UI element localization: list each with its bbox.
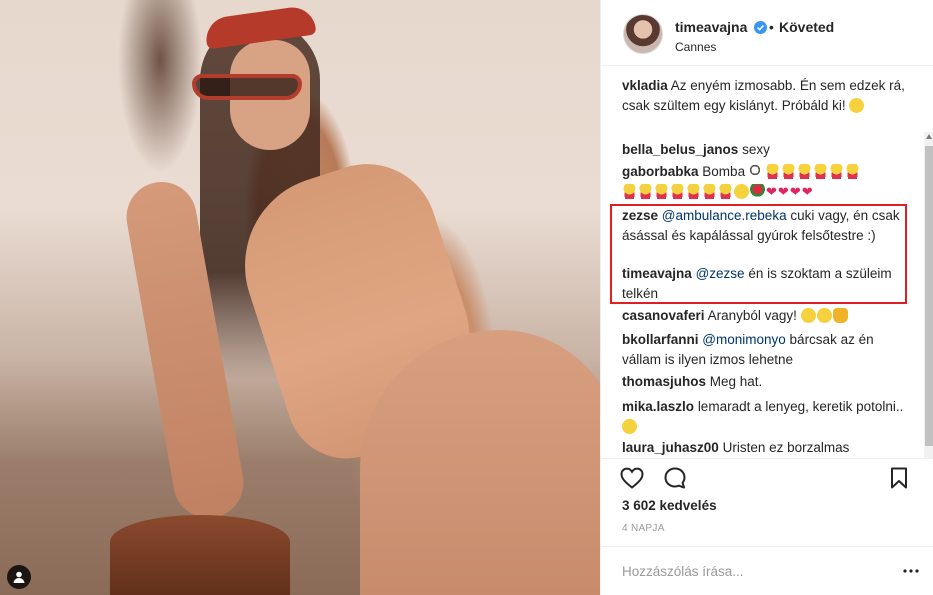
comment: thomasjuhos Meg hat. bbox=[622, 372, 907, 392]
heart-emoji-icon: ❤ bbox=[789, 184, 801, 199]
tongue-emoji-icon bbox=[812, 164, 828, 179]
scroll-up-arrow-icon[interactable] bbox=[926, 134, 932, 139]
tongue-emoji-icon bbox=[844, 164, 860, 179]
heart-emoji-icon: ❤ bbox=[777, 184, 789, 199]
comment-username[interactable]: laura_juhasz00 bbox=[622, 440, 719, 455]
comment-text: Aranyból vagy! bbox=[707, 308, 797, 323]
comment: casanovaferi Aranyból vagy! bbox=[622, 306, 907, 326]
location-link[interactable]: Cannes bbox=[675, 40, 716, 54]
tongue-emoji-icon bbox=[654, 184, 669, 199]
comment-text: sexy bbox=[742, 142, 770, 157]
comment: vkladia Az enyém izmosabb. Én sem edzek … bbox=[622, 76, 907, 116]
smile-emoji-icon bbox=[849, 98, 865, 113]
avatar[interactable] bbox=[623, 14, 663, 54]
photo-boat-rail bbox=[110, 515, 290, 595]
tongue-emoji-icon bbox=[828, 164, 844, 179]
tongue-emoji-icon bbox=[702, 184, 717, 199]
sunglasses-emoji-icon bbox=[622, 419, 637, 434]
comment-text: Meg hat. bbox=[709, 374, 763, 389]
post-header: timeavajna • Követed Cannes bbox=[601, 0, 933, 66]
comment-text: lemaradt a lenyeg, keretik potolni.. bbox=[697, 399, 904, 414]
comment: mika.laszlo lemaradt a lenyeg, keretik p… bbox=[622, 397, 907, 437]
comment-scrollbar[interactable] bbox=[924, 132, 933, 458]
tongue-emoji-icon bbox=[638, 184, 653, 199]
comment: laura_juhasz00 Uristen ez borzalmas bbox=[622, 438, 907, 458]
comment-mention[interactable]: @monimonyo bbox=[702, 332, 786, 347]
comment-username[interactable]: mika.laszlo bbox=[622, 399, 694, 414]
tongue-emoji-icon bbox=[670, 184, 685, 199]
header-username[interactable]: timeavajna bbox=[675, 19, 747, 35]
post-actions bbox=[601, 458, 933, 498]
ellipsis-icon[interactable] bbox=[901, 561, 921, 581]
comment-username[interactable]: bkollarfanni bbox=[622, 332, 699, 347]
heart-eyes-emoji-icon bbox=[734, 184, 749, 199]
highlight-box bbox=[610, 204, 907, 304]
post-date[interactable]: 4 NAPJA bbox=[622, 523, 665, 534]
like-count[interactable]: 3 602 kedvelés bbox=[622, 498, 717, 513]
scroll-thumb[interactable] bbox=[925, 146, 933, 446]
heart-outline-icon[interactable] bbox=[619, 465, 645, 491]
tongue-emoji-icon bbox=[718, 184, 733, 199]
comment-username[interactable]: gaborbabka bbox=[622, 164, 699, 179]
comment-username[interactable]: casanovaferi bbox=[622, 308, 705, 323]
bookmark-icon[interactable] bbox=[886, 465, 912, 491]
rose-emoji-icon bbox=[750, 184, 765, 199]
tongue-emoji-icon bbox=[796, 164, 812, 179]
tongue-emoji-icon bbox=[780, 164, 796, 179]
tongue-emoji-icon bbox=[622, 184, 637, 199]
comment-text: Uristen ez borzalmas bbox=[722, 440, 850, 455]
header-separator: • bbox=[769, 19, 774, 35]
thumbs-up-emoji-icon bbox=[832, 308, 848, 323]
comment-username[interactable]: thomasjuhos bbox=[622, 374, 706, 389]
user-tag-icon[interactable] bbox=[7, 565, 31, 589]
tongue-emoji-icon bbox=[764, 164, 780, 179]
kiss-emoji-icon bbox=[816, 308, 832, 323]
comment-text: Bomba bbox=[702, 164, 746, 179]
comment: gaborbabka Bomba ❤❤❤❤ bbox=[622, 162, 907, 202]
comment-username[interactable]: bella_belus_janos bbox=[622, 142, 738, 157]
post-photo[interactable] bbox=[0, 0, 600, 595]
magnifier-emoji-icon bbox=[748, 164, 764, 179]
comment: bella_belus_janos sexy bbox=[622, 140, 907, 160]
comment-input[interactable] bbox=[622, 561, 892, 581]
grin-emoji-icon bbox=[800, 308, 816, 323]
heart-emoji-icon: ❤ bbox=[801, 184, 813, 199]
heart-emoji-icon: ❤ bbox=[766, 184, 777, 199]
photo-sunglasses bbox=[192, 74, 302, 100]
follow-status-button[interactable]: Követed bbox=[779, 19, 834, 35]
add-comment-bar bbox=[601, 546, 933, 595]
comment: bkollarfanni @monimonyo bárcsak az én vá… bbox=[622, 330, 907, 370]
speech-bubble-icon[interactable] bbox=[662, 465, 688, 491]
comment-username[interactable]: vkladia bbox=[622, 78, 668, 93]
verified-badge-icon bbox=[754, 21, 767, 34]
tongue-emoji-icon bbox=[686, 184, 701, 199]
